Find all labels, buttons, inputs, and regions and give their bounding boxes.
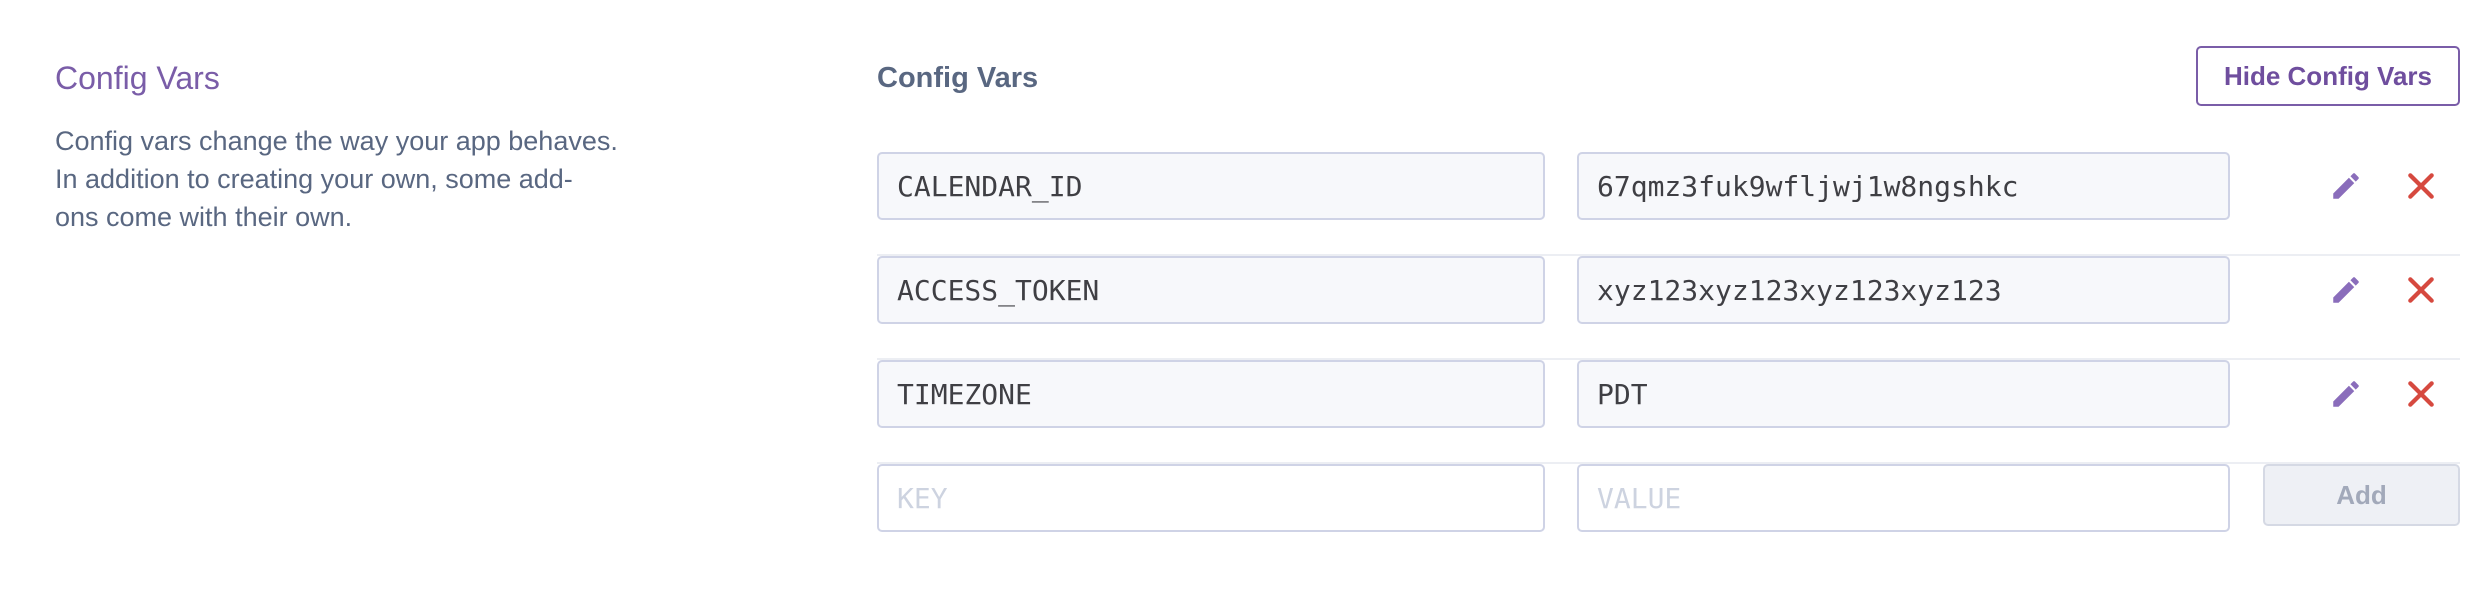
new-config-var-row: Add (877, 464, 2460, 566)
section-description-line: ons come with their own. (55, 202, 353, 232)
section-description-line: Config vars change the way your app beha… (55, 126, 618, 156)
section-description: Config vars change the way your app beha… (55, 122, 635, 236)
edit-button[interactable] (2326, 374, 2366, 414)
section-description-line: In addition to creating your own, some a… (55, 164, 573, 194)
config-var-key[interactable]: ACCESS_TOKEN (877, 256, 1545, 324)
new-value-input[interactable] (1597, 481, 2210, 515)
config-var-key[interactable]: TIMEZONE (877, 360, 1545, 428)
config-var-value[interactable]: PDT (1577, 360, 2230, 428)
config-var-key[interactable]: CALENDAR_ID (877, 152, 1545, 220)
config-var-row: TIMEZONE PDT (877, 360, 2460, 464)
config-vars-settings: Config Vars Config vars change the way y… (0, 0, 2490, 602)
config-var-row: ACCESS_TOKEN xyz123xyz123xyz123xyz123 (877, 256, 2460, 360)
panel-header: Config Vars Hide Config Vars (877, 46, 2460, 110)
delete-button[interactable] (2401, 374, 2441, 414)
x-icon (2408, 277, 2434, 303)
edit-button[interactable] (2326, 166, 2366, 206)
x-icon (2408, 381, 2434, 407)
config-var-value[interactable]: xyz123xyz123xyz123xyz123 (1577, 256, 2230, 324)
delete-button[interactable] (2401, 270, 2441, 310)
section-title: Config Vars (55, 60, 220, 96)
x-icon (2408, 173, 2434, 199)
config-var-value[interactable]: 67qmz3fuk9wfljwj1w8ngshkc (1577, 152, 2230, 220)
add-button[interactable]: Add (2263, 464, 2460, 526)
config-var-row: CALENDAR_ID 67qmz3fuk9wfljwj1w8ngshkc (877, 152, 2460, 256)
pencil-icon (2333, 381, 2359, 407)
delete-button[interactable] (2401, 166, 2441, 206)
hide-config-vars-button[interactable]: Hide Config Vars (2196, 46, 2460, 106)
new-key-input[interactable] (897, 481, 1525, 515)
new-value-field[interactable] (1577, 464, 2230, 532)
new-key-field[interactable] (877, 464, 1545, 532)
config-vars-panel: Config Vars Hide Config Vars CALENDAR_ID… (877, 46, 2460, 532)
config-vars-list: CALENDAR_ID 67qmz3fuk9wfljwj1w8ngshkc AC… (877, 152, 2460, 566)
pencil-icon (2333, 277, 2359, 303)
pencil-icon (2333, 173, 2359, 199)
section-info: Config Vars Config vars change the way y… (55, 56, 635, 236)
panel-title: Config Vars (877, 62, 1039, 94)
edit-button[interactable] (2326, 270, 2366, 310)
